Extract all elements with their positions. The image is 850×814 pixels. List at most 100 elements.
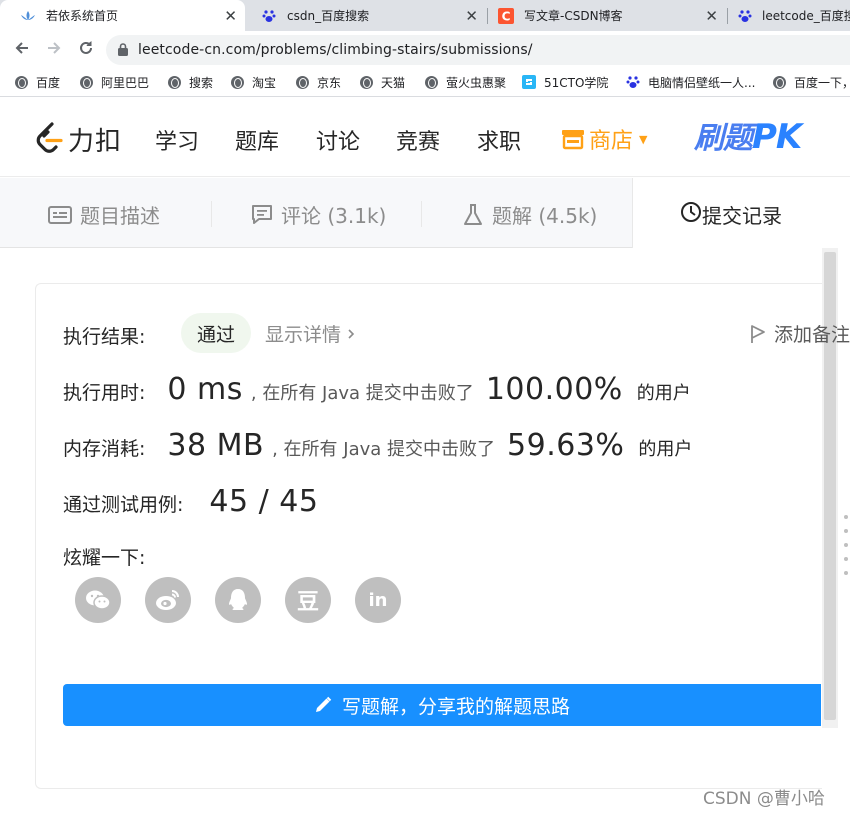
globe-icon bbox=[295, 75, 309, 89]
baidu-paw-icon bbox=[738, 8, 752, 24]
csdn-c-icon: C bbox=[498, 7, 514, 24]
tab-title: csdn_百度搜索 bbox=[287, 9, 370, 23]
comment-icon bbox=[251, 204, 273, 226]
browser-tab-csdn-write[interactable]: C 写文章-CSDN博客 ✕ bbox=[488, 0, 726, 31]
tab-description-label: 题目描述 bbox=[80, 204, 160, 228]
browser-tab-strip: 若依系统首页 ✕ csdn_百度搜索 ✕ C 写文章-CSDN博客 ✕ leet… bbox=[0, 0, 850, 31]
memory-beat-text: , 在所有 Java 提交中击败了 bbox=[272, 439, 496, 460]
store-icon bbox=[561, 128, 585, 150]
status-badge: 通过 bbox=[181, 313, 251, 353]
bookmarks-bar: 百度 阿里巴巴 搜索 淘宝 京东 天猫 萤火虫惠聚 51CTO学院 电脑情侣壁纸… bbox=[0, 67, 850, 97]
globe-icon bbox=[772, 75, 786, 89]
leetcode-logo-icon bbox=[34, 121, 64, 158]
bookmark-wallpaper[interactable]: 电脑情侣壁纸一人... bbox=[626, 73, 755, 91]
csdn-watermark: CSDN @曹小哈 bbox=[703, 789, 825, 809]
panel-splitter bbox=[838, 178, 850, 814]
weibo-icon[interactable] bbox=[145, 577, 191, 623]
bookmark-label: 淘宝 bbox=[252, 75, 277, 90]
leetcode-logo[interactable]: 力扣 bbox=[34, 121, 122, 158]
add-note-label: 添加备注 bbox=[774, 324, 850, 346]
nav-problems[interactable]: 题库 bbox=[235, 124, 279, 156]
share-row-label: 炫耀一下: bbox=[63, 543, 145, 570]
pencil-icon bbox=[314, 696, 332, 714]
qq-icon[interactable] bbox=[215, 577, 261, 623]
globe-icon bbox=[424, 75, 438, 89]
tab-title: 若依系统首页 bbox=[46, 9, 119, 23]
drag-handle[interactable] bbox=[844, 515, 850, 585]
tab-divider bbox=[421, 201, 422, 227]
bookmark-label: 天猫 bbox=[381, 75, 406, 90]
bookmark-label: 51CTO学院 bbox=[544, 75, 609, 90]
forward-arrow-icon[interactable] bbox=[44, 39, 64, 59]
memory-label: 内存消耗: bbox=[63, 438, 146, 460]
bookmark-baidu[interactable]: 百度 bbox=[14, 73, 60, 91]
caret-down-icon: ▼ bbox=[639, 132, 648, 146]
tab-solutions[interactable]: 题解 (4.5k) bbox=[462, 200, 597, 229]
pk-banner[interactable]: 刷题PK bbox=[694, 113, 802, 157]
baidu-paw-icon bbox=[261, 8, 277, 24]
runtime-row: 执行用时: 0 ms , 在所有 Java 提交中击败了 100.00% 的用户 bbox=[63, 372, 691, 407]
description-icon bbox=[48, 205, 72, 224]
globe-icon bbox=[359, 75, 373, 89]
add-note-button[interactable]: 添加备注 bbox=[750, 320, 850, 347]
51cto-icon bbox=[522, 75, 536, 89]
pk-suffix: PK bbox=[752, 117, 802, 157]
url-text[interactable]: leetcode-cn.com/problems/climbing-stairs… bbox=[138, 42, 533, 58]
bookmark-label: 阿里巴巴 bbox=[101, 75, 150, 90]
back-arrow-icon[interactable] bbox=[12, 39, 32, 59]
memory-suffix: 的用户 bbox=[638, 439, 693, 460]
write-solution-button[interactable]: 写题解，分享我的解题思路 bbox=[63, 684, 821, 726]
globe-icon bbox=[167, 75, 181, 89]
bookmark-tmall[interactable]: 天猫 bbox=[359, 73, 405, 91]
lock-icon[interactable] bbox=[118, 41, 128, 60]
browser-tab-ruoyi[interactable]: 若依系统首页 ✕ bbox=[0, 0, 245, 31]
close-icon[interactable]: ✕ bbox=[705, 7, 718, 25]
tab-submissions[interactable]: 提交记录 bbox=[632, 178, 838, 248]
tab-submissions-label: 提交记录 bbox=[702, 204, 782, 228]
chevron-right-icon bbox=[347, 328, 355, 340]
baidu-paw-icon bbox=[626, 75, 640, 89]
bookmark-jd[interactable]: 京东 bbox=[295, 73, 341, 91]
bookmark-alibaba[interactable]: 阿里巴巴 bbox=[79, 73, 149, 91]
tab-comments[interactable]: 评论 (3.1k) bbox=[251, 200, 386, 229]
linkedin-icon[interactable]: in bbox=[355, 577, 401, 623]
tests-row: 通过测试用例: 45 / 45 bbox=[63, 484, 318, 519]
bookmark-51cto[interactable]: 51CTO学院 bbox=[522, 73, 608, 91]
shop-label: 商店 bbox=[589, 129, 634, 154]
close-icon[interactable]: ✕ bbox=[465, 7, 478, 25]
wechat-icon[interactable] bbox=[75, 577, 121, 623]
bookmark-label: 萤火虫惠聚 bbox=[446, 75, 507, 90]
memory-row: 内存消耗: 38 MB , 在所有 Java 提交中击败了 59.63% 的用户 bbox=[63, 428, 692, 463]
runtime-percentile: 100.00% bbox=[485, 372, 623, 407]
nav-contest[interactable]: 竞赛 bbox=[396, 124, 440, 156]
nav-jobs[interactable]: 求职 bbox=[477, 124, 521, 156]
clock-icon bbox=[680, 201, 702, 228]
tests-value: 45 / 45 bbox=[209, 484, 319, 519]
show-details-label: 显示详情 bbox=[265, 324, 342, 346]
douban-icon[interactable]: 豆 bbox=[285, 577, 331, 623]
browser-toolbar: leetcode-cn.com/problems/climbing-stairs… bbox=[0, 31, 850, 67]
bookmark-label: 电脑情侣壁纸一人... bbox=[648, 75, 756, 90]
bookmark-yinghuochong[interactable]: 萤火虫惠聚 bbox=[424, 73, 506, 91]
runtime-beat-text: , 在所有 Java 提交中击败了 bbox=[250, 383, 474, 404]
runtime-label: 执行用时: bbox=[63, 382, 146, 404]
browser-tab-csdn-search[interactable]: csdn_百度搜索 ✕ bbox=[249, 0, 486, 31]
bookmark-baidu-yixia[interactable]: 百度一下， bbox=[772, 73, 850, 91]
browser-tab-leetcode-search[interactable]: leetcode_百度搜 bbox=[728, 0, 850, 31]
bookmark-taobao[interactable]: 淘宝 bbox=[230, 73, 276, 91]
nav-learn[interactable]: 学习 bbox=[155, 124, 199, 156]
close-icon[interactable]: ✕ bbox=[224, 7, 237, 25]
tab-comments-label: 评论 (3.1k) bbox=[281, 204, 387, 228]
status-row: 执行结果: bbox=[63, 322, 145, 349]
show-details-link[interactable]: 显示详情 bbox=[265, 320, 355, 347]
address-bar[interactable]: leetcode-cn.com/problems/climbing-stairs… bbox=[106, 35, 850, 65]
flask-icon bbox=[462, 203, 484, 227]
tab-description[interactable]: 题目描述 bbox=[48, 200, 160, 229]
tab-divider bbox=[211, 201, 212, 227]
bookmark-search[interactable]: 搜索 bbox=[167, 73, 213, 91]
nav-discuss[interactable]: 讨论 bbox=[316, 124, 360, 156]
reload-icon[interactable] bbox=[76, 39, 96, 59]
nav-shop[interactable]: 商店 ▼ bbox=[561, 123, 647, 155]
globe-icon bbox=[79, 75, 93, 89]
bookmark-label: 搜索 bbox=[189, 75, 214, 90]
